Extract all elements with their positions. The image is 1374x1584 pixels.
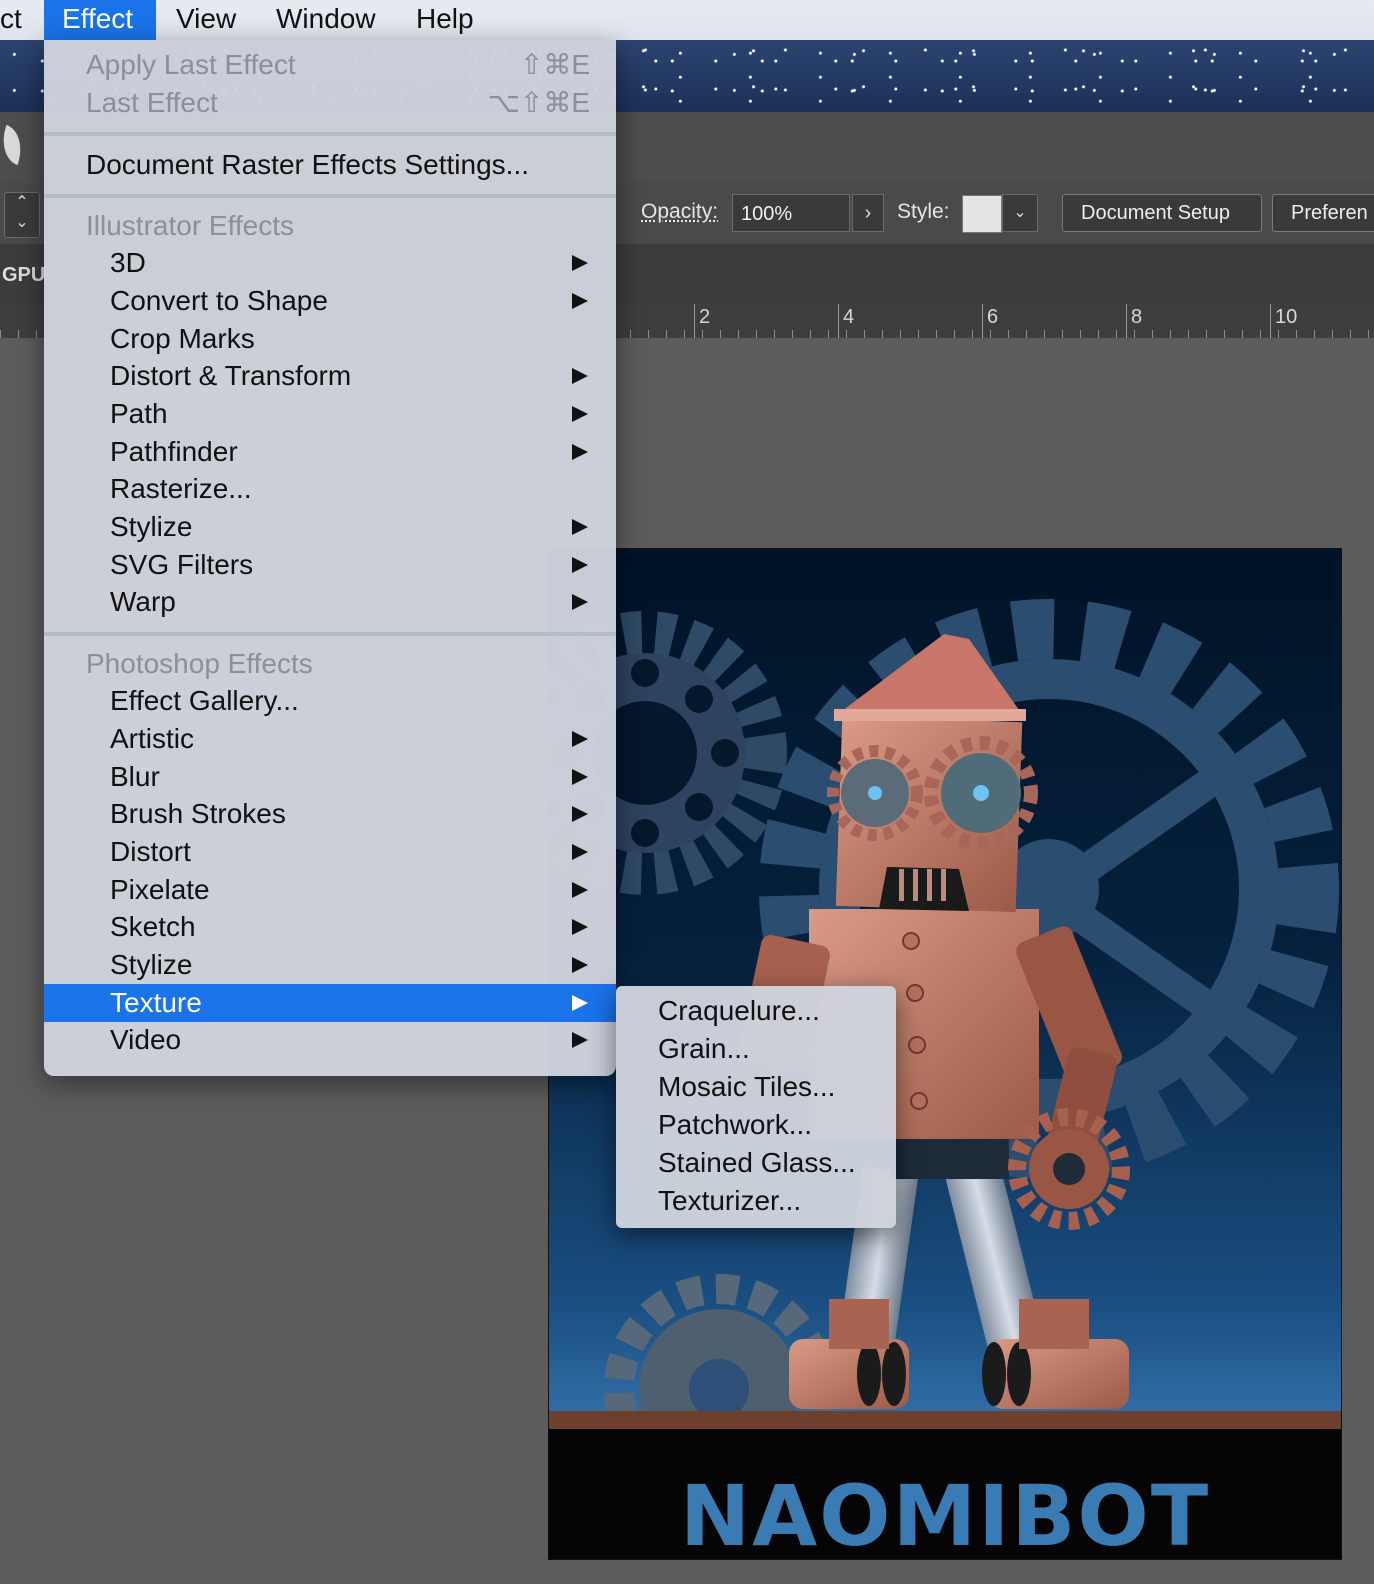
submenu-arrow-icon xyxy=(572,444,588,460)
texture-submenu: Craquelure... Grain... Mosaic Tiles... P… xyxy=(616,986,896,1228)
menu-item-distort[interactable]: Distort xyxy=(44,833,616,871)
menu-item-apply-last-effect: Apply Last Effect ⇧⌘E xyxy=(44,46,616,84)
submenu-item-grain[interactable]: Grain... xyxy=(616,1030,896,1068)
ruler-label: 4 xyxy=(843,306,855,328)
gpu-preview-label: GPU xyxy=(2,264,46,286)
opacity-input[interactable]: 100% xyxy=(732,194,850,232)
submenu-arrow-icon xyxy=(572,557,588,573)
menu-item-pixelate[interactable]: Pixelate xyxy=(44,871,616,909)
submenu-arrow-icon xyxy=(572,368,588,384)
left-ankle xyxy=(829,1299,889,1349)
menu-item-last-effect: Last Effect ⌥⇧⌘E xyxy=(44,84,616,122)
submenu-arrow-icon xyxy=(572,882,588,898)
menu-item-distort-transform[interactable]: Distort & Transform xyxy=(44,357,616,395)
submenu-arrow-icon xyxy=(572,844,588,860)
menu-help[interactable]: Help xyxy=(398,0,492,40)
submenu-arrow-icon xyxy=(572,769,588,785)
menu-item-convert-to-shape[interactable]: Convert to Shape xyxy=(44,282,616,320)
submenu-arrow-icon xyxy=(572,731,588,747)
menu-item-blur[interactable]: Blur xyxy=(44,758,616,796)
menu-item-pathfinder[interactable]: Pathfinder xyxy=(44,433,616,471)
menu-separator xyxy=(44,132,616,136)
submenu-item-craquelure[interactable]: Craquelure... xyxy=(616,992,896,1030)
menu-item-stylize-photoshop[interactable]: Stylize xyxy=(44,946,616,984)
menu-item-texture[interactable]: Texture xyxy=(44,984,616,1022)
right-ankle xyxy=(1019,1299,1089,1349)
effect-menu: Apply Last Effect ⇧⌘E Last Effect ⌥⇧⌘E D… xyxy=(44,40,616,1076)
menu-separator xyxy=(44,194,616,198)
submenu-arrow-icon xyxy=(572,293,588,309)
ruler-tick xyxy=(982,304,983,338)
menu-window[interactable]: Window xyxy=(258,0,394,40)
ruler-tick xyxy=(1126,304,1127,338)
menu-item-document-raster-effects-settings[interactable]: Document Raster Effects Settings... xyxy=(44,146,616,184)
menu-view[interactable]: View xyxy=(158,0,254,40)
style-label: Style: xyxy=(897,200,950,223)
document-setup-button[interactable]: Document Setup xyxy=(1062,194,1262,232)
menu-item-brush-strokes[interactable]: Brush Strokes xyxy=(44,795,616,833)
menu-item-path[interactable]: Path xyxy=(44,395,616,433)
opacity-label[interactable]: Opacity: xyxy=(641,200,718,224)
menu-item-sketch[interactable]: Sketch xyxy=(44,908,616,946)
submenu-arrow-icon xyxy=(572,255,588,271)
robot-mouth xyxy=(879,867,969,911)
menu-item-warp[interactable]: Warp xyxy=(44,583,616,621)
ruler-label: 8 xyxy=(1131,306,1143,328)
stepper-control[interactable]: ⌃ ⌄ xyxy=(4,192,40,238)
submenu-arrow-icon xyxy=(572,957,588,973)
submenu-item-mosaic-tiles[interactable]: Mosaic Tiles... xyxy=(616,1068,896,1106)
menu-item-svg-filters[interactable]: SVG Filters xyxy=(44,546,616,584)
menu-project-partial[interactable]: ct xyxy=(0,0,40,40)
submenu-item-patchwork[interactable]: Patchwork... xyxy=(616,1106,896,1144)
submenu-item-texturizer[interactable]: Texturizer... xyxy=(616,1182,896,1220)
ruler-tick xyxy=(838,304,839,338)
menu-item-stylize-illustrator[interactable]: Stylize xyxy=(44,508,616,546)
submenu-arrow-icon xyxy=(572,594,588,610)
opacity-arrow-button[interactable]: › xyxy=(852,194,884,232)
ground-strip xyxy=(549,1411,1341,1431)
chevron-down-icon[interactable]: ⌄ xyxy=(1002,194,1038,232)
shortcut-label: ⇧⌘E xyxy=(519,49,590,80)
photoshop-effects-heading: Photoshop Effects xyxy=(86,648,313,679)
menu-item-3d[interactable]: 3D xyxy=(44,244,616,282)
ruler-label: 6 xyxy=(987,306,999,328)
submenu-item-stained-glass[interactable]: Stained Glass... xyxy=(616,1144,896,1182)
menu-item-artistic[interactable]: Artistic xyxy=(44,720,616,758)
menu-item-rasterize[interactable]: Rasterize... xyxy=(44,470,616,508)
style-swatch[interactable] xyxy=(962,195,1002,233)
menu-separator xyxy=(44,632,616,636)
menu-item-effect-gallery[interactable]: Effect Gallery... xyxy=(44,682,616,720)
submenu-arrow-icon xyxy=(572,406,588,422)
menu-item-crop-marks[interactable]: Crop Marks xyxy=(44,320,616,358)
ruler-label: 10 xyxy=(1275,306,1298,328)
ruler-tick xyxy=(694,304,695,338)
ruler-tick xyxy=(1270,304,1271,338)
preferences-button[interactable]: Preferen xyxy=(1272,194,1374,232)
menu-bar: ct Effect View Window Help xyxy=(0,0,1374,41)
submenu-arrow-icon xyxy=(572,995,588,1011)
menu-effect[interactable]: Effect xyxy=(44,0,156,40)
submenu-arrow-icon xyxy=(572,1032,588,1048)
artwork-title: NAOMIBOT xyxy=(679,1467,1211,1560)
submenu-arrow-icon xyxy=(572,806,588,822)
shortcut-label: ⌥⇧⌘E xyxy=(487,87,590,118)
ruler-label: 2 xyxy=(699,306,711,328)
submenu-arrow-icon xyxy=(572,919,588,935)
menu-item-video[interactable]: Video xyxy=(44,1021,616,1059)
submenu-arrow-icon xyxy=(572,519,588,535)
illustrator-effects-heading: Illustrator Effects xyxy=(86,210,295,241)
